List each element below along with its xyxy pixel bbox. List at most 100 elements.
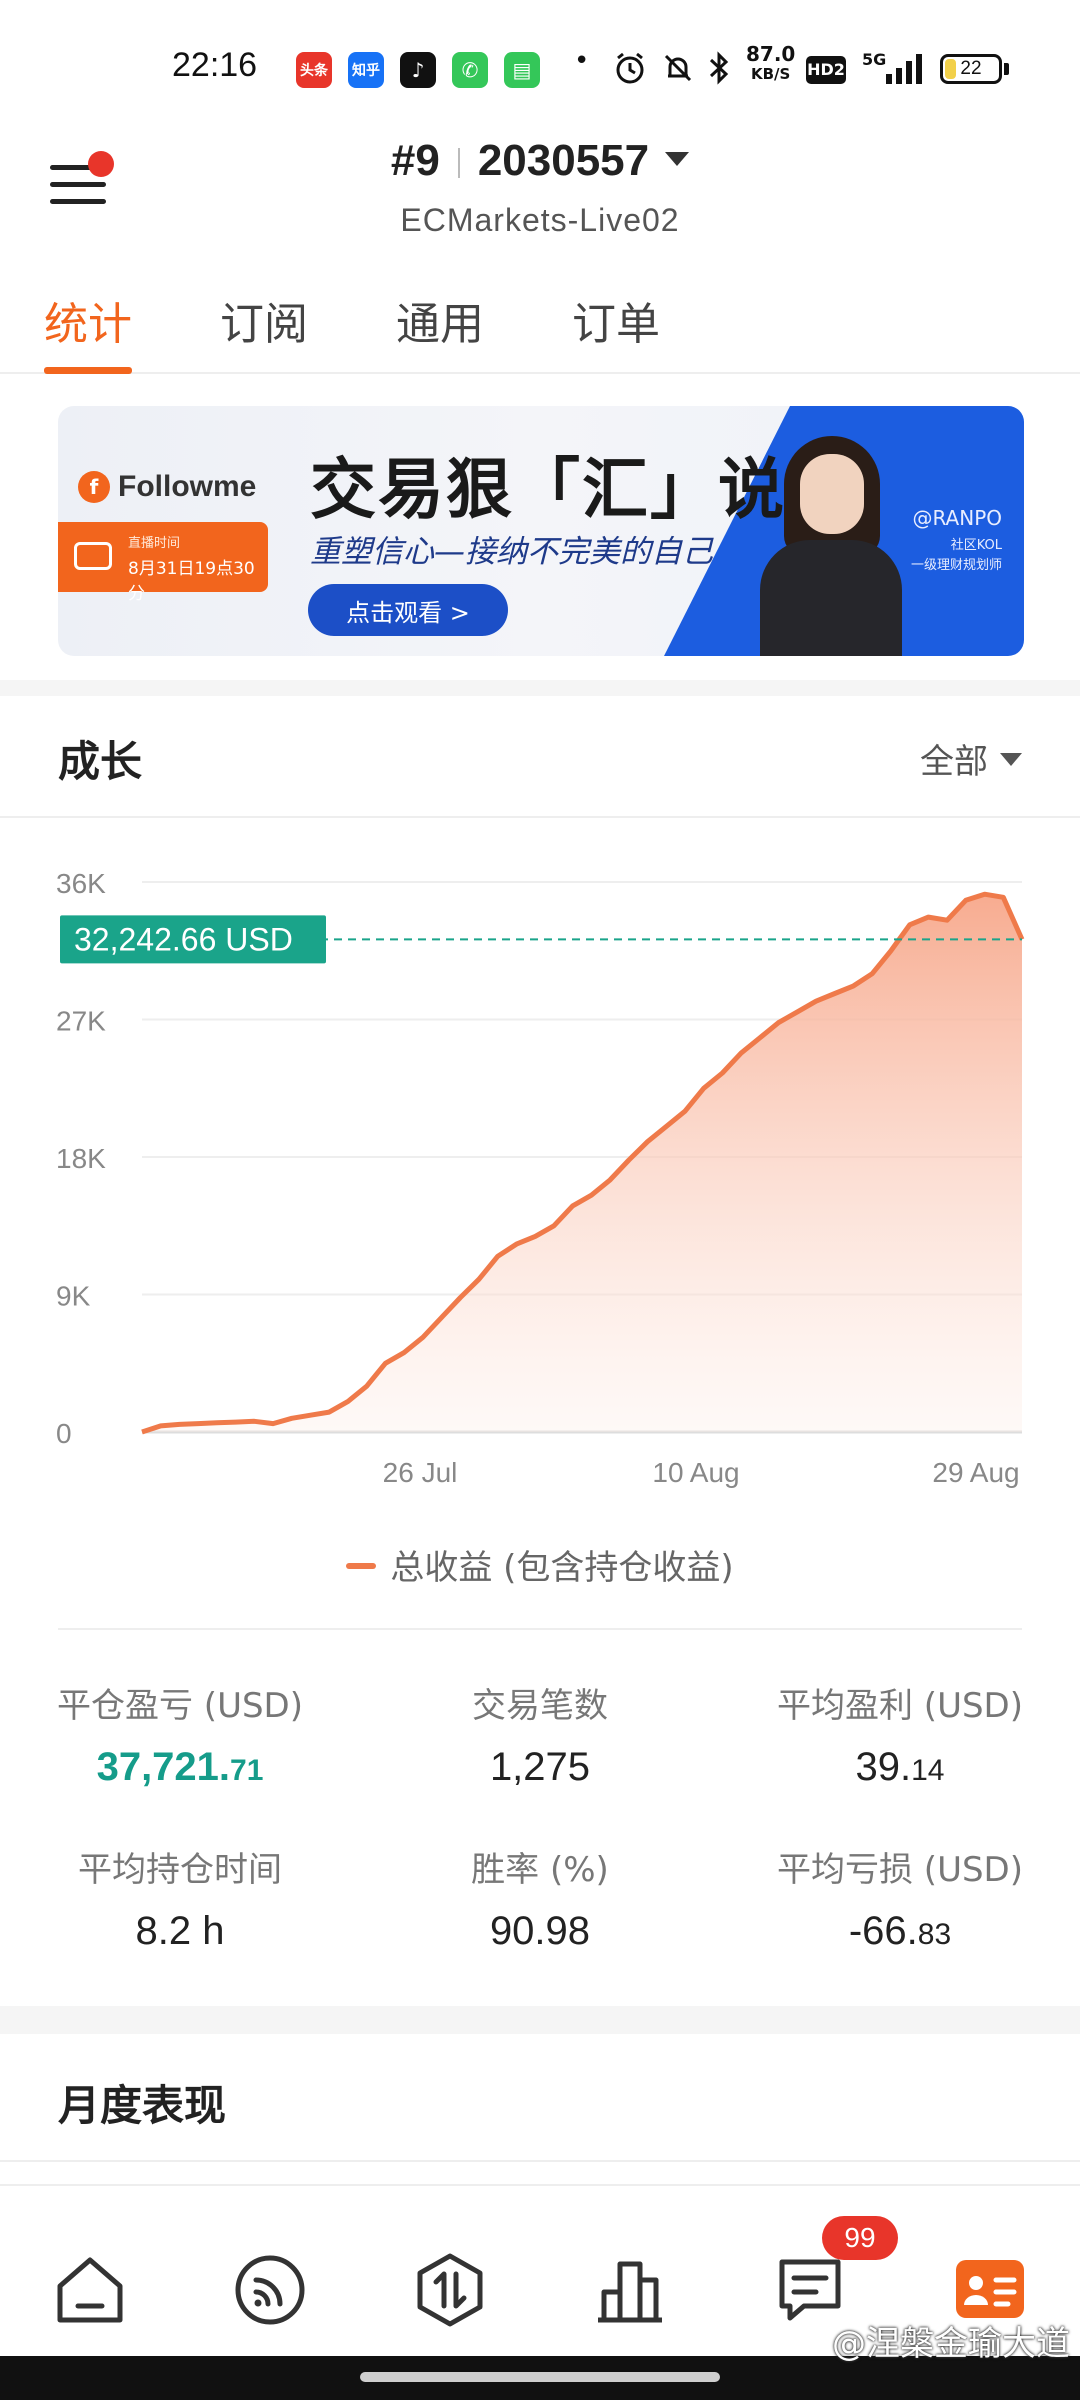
hd-icon: HD2 (806, 56, 846, 84)
banner-subtitle: 重塑信心—接纳不完美的自己 (310, 534, 713, 570)
stat-avg-loss: 平均亏损 (USD) -66.83 (720, 1842, 1080, 1954)
title-separator (457, 148, 460, 179)
bluetooth-icon (709, 51, 729, 85)
tab-label: 通用 (396, 299, 484, 350)
stat-label: 平均持仓时间 (78, 1850, 282, 1890)
y-tick-label: 27K (56, 1006, 106, 1037)
battery-tip (1004, 63, 1009, 75)
feed-icon[interactable] (230, 2250, 310, 2330)
stat-value-main: -66. (848, 1909, 918, 1953)
signal-icon (886, 54, 922, 84)
stat-value: 37,721.71 (0, 1745, 360, 1790)
tab-subscription[interactable]: 订阅 (220, 288, 308, 374)
tab-orders[interactable]: 订单 (572, 288, 660, 374)
followme-logo-icon: f (78, 471, 110, 503)
caret-down-icon (1000, 753, 1022, 766)
video-camera-icon (74, 542, 112, 570)
stat-label: 胜率 (%) (471, 1850, 609, 1890)
alarm-icon (616, 52, 644, 84)
net-speed-unit: KB/S (751, 65, 791, 83)
monthly-performance-title: 月度表现 (58, 2081, 227, 2130)
account-switcher[interactable]: #9 2030557 (0, 136, 1080, 186)
host-title: 一级理财规划师 (910, 558, 1002, 573)
rank-icon[interactable] (590, 2250, 670, 2330)
status-time: 22:16 (172, 46, 258, 84)
tab-label: 订单 (572, 299, 660, 350)
host-role: 社区KOL (950, 538, 1002, 553)
account-server: ECMarkets-Live02 (400, 202, 680, 238)
host-handle: @RANPO (912, 506, 1002, 530)
live-time-box: 直播时间 8月31日19点30分 (58, 522, 268, 604)
stat-value-main: 1,275 (489, 1745, 591, 1789)
stat-label: 平仓盈亏 (USD) (57, 1686, 303, 1726)
growth-area (142, 894, 1022, 1432)
followme-brand: Followme (118, 470, 257, 503)
stat-value-main: 37,721. (96, 1745, 231, 1789)
messages-badge: 99 (822, 2216, 898, 2260)
stat-value-decimal: 83 (917, 1918, 952, 1951)
y-tick-label: 18K (56, 1143, 106, 1174)
watermark: @涅槃金瑜大道 (832, 2324, 1070, 2364)
x-tick-label: 29 Aug (932, 1457, 1019, 1488)
current-value-text: 32,242.66 USD (74, 921, 293, 957)
legend-swatch (346, 1562, 377, 1569)
host-face (800, 454, 864, 534)
stat-value: 90.98 (360, 1909, 720, 1954)
stat-avg-hold-time: 平均持仓时间 8.2 h (0, 1842, 360, 1954)
growth-divider (0, 816, 1080, 818)
status-bar: 22:16 头条 知乎 ♪ ✆ ▤ • 87.0 KB/S HD2 5G 22 (0, 0, 1080, 120)
chart-legend[interactable]: 总收益 (包含持仓收益) (0, 1540, 1080, 1589)
stats-divider (58, 1628, 1022, 1630)
growth-chart[interactable]: 0 9K 18K 27K 36K 26 Jul 10 Aug 29 Aug 32,242.6… (0, 840, 1080, 1500)
tab-label: 订阅 (220, 299, 308, 350)
section-divider (0, 680, 1080, 696)
stat-value-decimal: 14 (911, 1754, 945, 1787)
phone-icon: ✆ (452, 52, 488, 88)
stat-value-decimal: 71 (230, 1754, 264, 1787)
battery-level: 22 (960, 58, 982, 79)
host-photo (756, 436, 906, 656)
stat-value: 39.14 (720, 1745, 1080, 1790)
tab-active-indicator (44, 367, 132, 374)
tab-general[interactable]: 通用 (396, 288, 484, 374)
banner-title: 交易狠「汇」说 (310, 451, 786, 528)
watch-now-button[interactable]: 点击观看 > (308, 584, 508, 636)
stat-win-rate: 胜率 (%) 90.98 (360, 1842, 720, 1954)
account-rank: #9 (390, 136, 440, 185)
home-indicator[interactable] (360, 2372, 720, 2382)
battery-icon: 22 (940, 54, 1002, 84)
messages-app-icon: ▤ (504, 52, 540, 88)
account-id: 2030557 (477, 136, 650, 185)
tab-statistics[interactable]: 统计 (44, 288, 132, 374)
stat-value: 1,275 (360, 1745, 720, 1790)
promo-banner[interactable]: f Followme 直播时间 8月31日19点30分 交易狠「汇」说 重塑信心… (58, 406, 1024, 656)
net-speed: 87.0 (746, 42, 796, 66)
caret-down-icon (665, 152, 690, 167)
x-axis: 26 Jul 10 Aug 29 Aug (383, 1457, 1020, 1488)
live-time-value: 8月31日19点30分 (128, 559, 255, 604)
mute-bell-icon (664, 54, 692, 82)
stat-value: 8.2 h (0, 1909, 360, 1954)
stat-trade-count: 交易笔数 1,275 (360, 1678, 720, 1790)
stat-avg-profit: 平均盈利 (USD) 39.14 (720, 1678, 1080, 1790)
range-value: 全部 (920, 742, 988, 782)
home-icon[interactable] (50, 2250, 130, 2330)
x-tick-label: 26 Jul (383, 1457, 458, 1488)
stat-value-main: 39. (855, 1745, 912, 1789)
host-body (760, 540, 902, 656)
y-tick-label: 9K (56, 1281, 91, 1312)
legend-label: 总收益 (包含持仓收益) (390, 1548, 734, 1588)
stat-label: 平均盈利 (USD) (777, 1686, 1023, 1726)
zhihu-icon: 知乎 (348, 52, 384, 88)
toutiao-icon: 头条 (296, 52, 332, 88)
tab-label: 统计 (44, 299, 132, 350)
section-divider (0, 2006, 1080, 2034)
growth-title: 成长 (58, 737, 143, 786)
stat-value-main: 90.98 (489, 1909, 591, 1953)
range-dropdown[interactable]: 全部 (920, 734, 1022, 783)
trade-icon[interactable] (410, 2250, 490, 2330)
live-time-label: 直播时间 (128, 536, 181, 551)
followme-logo: f Followme (78, 470, 256, 504)
dot-icon: • (574, 46, 590, 76)
tiktok-icon: ♪ (400, 52, 436, 88)
